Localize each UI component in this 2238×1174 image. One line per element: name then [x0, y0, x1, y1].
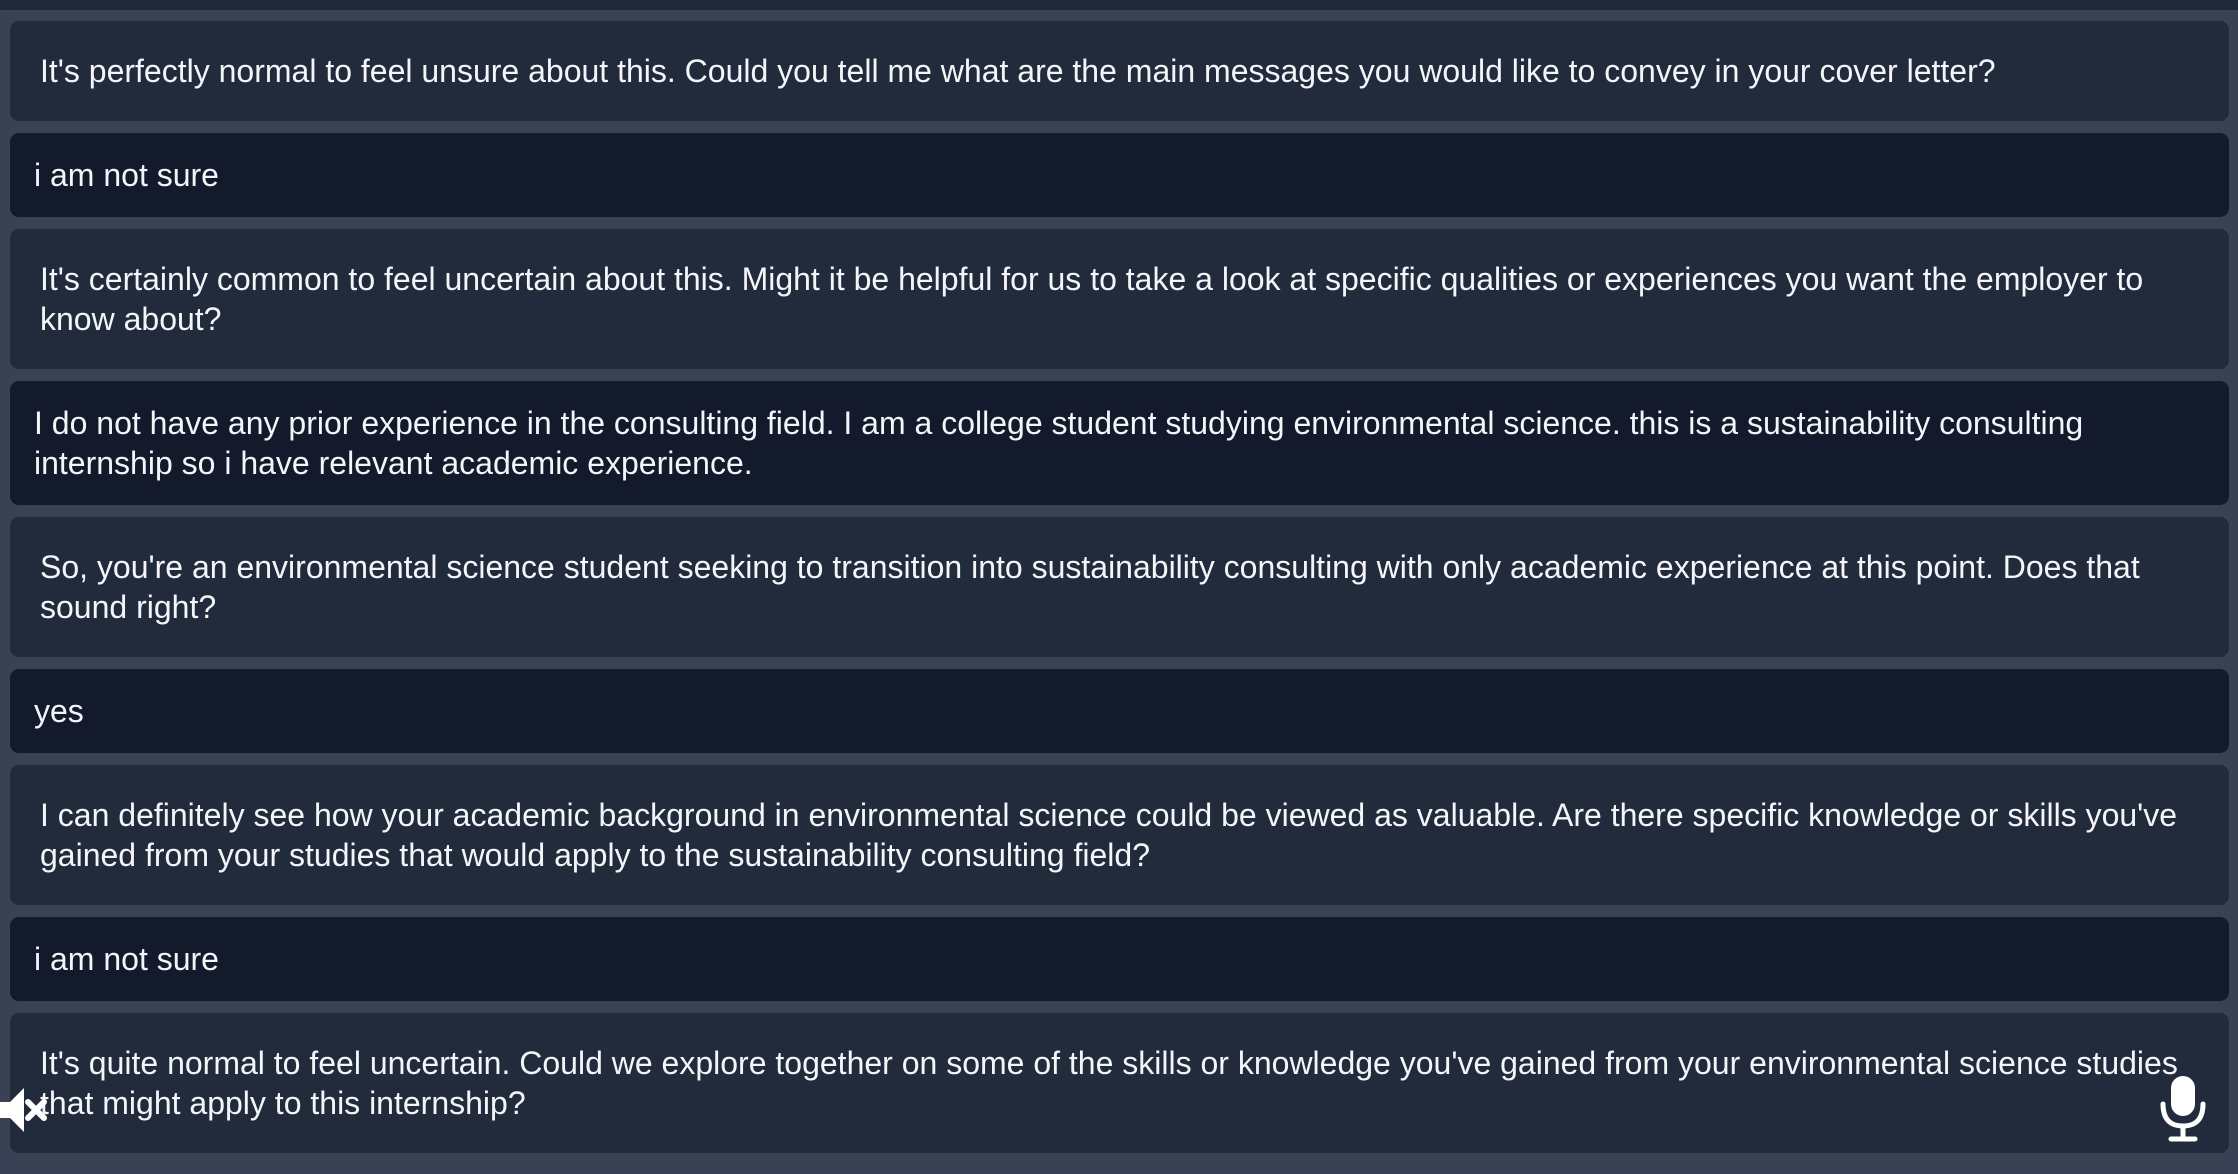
assistant-message: It's perfectly normal to feel unsure abo…	[10, 21, 2229, 121]
assistant-message: It's quite normal to feel uncertain. Cou…	[10, 1013, 2229, 1153]
chat-transcript: It's perfectly normal to feel unsure abo…	[10, 21, 2229, 1153]
speaker-muted-icon[interactable]	[0, 1085, 54, 1135]
top-bar	[0, 0, 2238, 10]
user-message: i am not sure	[10, 133, 2229, 217]
user-message: yes	[10, 669, 2229, 753]
microphone-icon[interactable]	[2158, 1074, 2208, 1144]
assistant-message: So, you're an environmental science stud…	[10, 517, 2229, 657]
assistant-message: I can definitely see how your academic b…	[10, 765, 2229, 905]
user-message: I do not have any prior experience in th…	[10, 381, 2229, 505]
user-message: i am not sure	[10, 917, 2229, 1001]
assistant-message: It's certainly common to feel uncertain …	[10, 229, 2229, 369]
